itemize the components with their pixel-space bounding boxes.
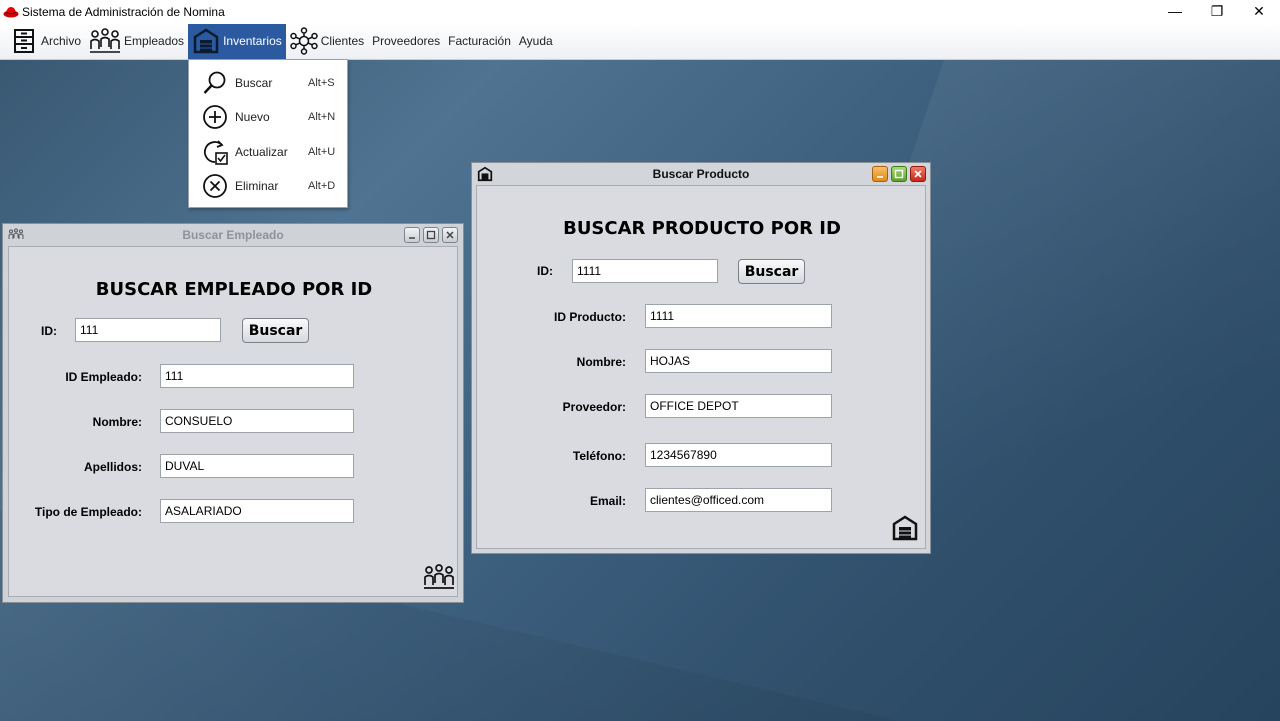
search-icon [203, 71, 226, 94]
field-label: Proveedor: [562, 400, 626, 414]
close-icon [914, 170, 922, 178]
email-field[interactable]: clientes@officed.com [645, 488, 832, 512]
field-label: Apellidos: [83, 460, 142, 474]
buscar-producto-heading: BUSCAR PRODUCTO POR ID [563, 218, 841, 239]
buscar-producto-window: Buscar Producto BUSCAR PRODUCTO POR ID I… [471, 162, 931, 554]
menu-empleados-label: Empleados [124, 34, 185, 48]
menu-inventarios-label: Inventarios [223, 34, 282, 48]
frame-close-button[interactable] [910, 166, 926, 182]
apellidos-field[interactable]: DUVAL [160, 454, 354, 478]
x-circle-icon [203, 174, 227, 198]
minimize-icon [409, 237, 415, 239]
id-producto-field[interactable]: 1111 [645, 304, 832, 328]
refresh-check-icon [203, 140, 228, 165]
menu-item-eliminar-label: Eliminar [235, 179, 279, 193]
menu-item-actualizar-shortcut: Alt+U [308, 146, 336, 158]
warehouse-icon [193, 28, 219, 54]
network-clients-icon [290, 27, 318, 55]
proveedor-field[interactable]: OFFICE DEPOT [645, 394, 832, 418]
menu-item-buscar[interactable]: Buscar Alt+S [189, 66, 347, 100]
app-title: Sistema de Administración de Nomina [22, 4, 225, 19]
field-label: ID Empleado: [65, 370, 142, 384]
empleado-id-input[interactable]: 111 [75, 318, 221, 342]
menu-item-actualizar-label: Actualizar [235, 145, 288, 159]
id-label: ID: [41, 324, 57, 338]
nombre-field[interactable]: CONSUELO [160, 409, 354, 433]
menu-item-nuevo-shortcut: Alt+N [308, 111, 336, 123]
menu-item-nuevo-label: Nuevo [235, 110, 270, 124]
menu-empleados[interactable]: Empleados [85, 24, 188, 59]
menu-item-actualizar[interactable]: Actualizar Alt+U [189, 135, 347, 169]
close-icon [446, 231, 454, 239]
menu-item-nuevo[interactable]: Nuevo Alt+N [189, 100, 347, 134]
field-label: Nombre: [576, 355, 626, 369]
field-label: Teléfono: [572, 449, 626, 463]
menu-archivo[interactable]: Archivo [0, 24, 85, 59]
frame-maximize-button[interactable] [891, 166, 907, 182]
field-label: Nombre: [92, 415, 142, 429]
nombre-field[interactable]: HOJAS [645, 349, 832, 373]
minimize-icon [877, 176, 883, 178]
buscar-empleado-heading: BUSCAR EMPLEADO POR ID [95, 279, 373, 300]
producto-id-input[interactable]: 1111 [572, 259, 718, 283]
inventarios-dropdown-menu: Buscar Alt+S Nuevo Alt+N Actualizar Alt+… [188, 59, 348, 208]
buscar-empleado-window: Buscar Empleado BUSCAR EMPLEADO POR ID I… [2, 223, 464, 603]
menu-clientes-label: Clientes [320, 34, 365, 48]
frame-close-button[interactable] [442, 227, 458, 243]
buscar-producto-titlebar[interactable]: Buscar Producto [472, 163, 930, 185]
menu-item-buscar-shortcut: Alt+S [308, 77, 335, 89]
buscar-empleado-content: BUSCAR EMPLEADO POR ID ID: 111 Buscar ID… [8, 246, 458, 597]
employees-icon [424, 564, 454, 589]
menu-ayuda[interactable]: Ayuda [515, 24, 557, 59]
warehouse-icon [892, 515, 918, 541]
buscar-empleado-button[interactable]: Buscar [242, 318, 309, 343]
buscar-empleado-titlebar[interactable]: Buscar Empleado [3, 224, 463, 246]
field-label: ID Producto: [554, 310, 626, 324]
employees-icon [90, 28, 121, 53]
minimize-button[interactable]: — [1154, 0, 1196, 22]
menu-facturacion-label: Facturación [448, 34, 511, 48]
maximize-icon [894, 169, 904, 179]
telefono-field[interactable]: 1234567890 [645, 443, 832, 467]
tipo-empleado-field[interactable]: ASALARIADO [160, 499, 354, 523]
id-empleado-field[interactable]: 111 [160, 364, 354, 388]
menu-clientes[interactable]: Clientes [286, 24, 368, 59]
maximize-icon [426, 230, 436, 240]
file-cabinet-icon [14, 29, 34, 53]
plus-circle-icon [203, 105, 227, 129]
menu-item-eliminar[interactable]: Eliminar Alt+D [189, 169, 347, 203]
menu-item-buscar-label: Buscar [235, 76, 273, 90]
field-label: Tipo de Empleado: [34, 505, 142, 519]
frame-minimize-button[interactable] [872, 166, 888, 182]
buscar-producto-button[interactable]: Buscar [738, 259, 805, 284]
buscar-producto-title: Buscar Producto [652, 167, 750, 181]
buscar-empleado-title: Buscar Empleado [182, 228, 284, 242]
close-button[interactable]: ✕ [1238, 0, 1280, 22]
menu-ayuda-label: Ayuda [518, 34, 553, 48]
menu-proveedores[interactable]: Proveedores [368, 24, 444, 59]
employees-icon [8, 228, 24, 239]
warehouse-icon [477, 166, 493, 182]
field-label: Email: [589, 494, 626, 508]
app-title-bar: Sistema de Administración de Nomina — ❐ … [0, 0, 1280, 23]
menu-proveedores-label: Proveedores [372, 34, 441, 48]
buscar-producto-content: BUSCAR PRODUCTO POR ID ID: 1111 Buscar I… [476, 185, 926, 549]
frame-maximize-button[interactable] [423, 227, 439, 243]
id-label: ID: [537, 264, 553, 278]
restore-button[interactable]: ❐ [1196, 0, 1238, 22]
menu-facturacion[interactable]: Facturación [444, 24, 515, 59]
redhat-logo-icon [3, 6, 19, 17]
menu-archivo-label: Archivo [41, 34, 82, 48]
menu-inventarios[interactable]: Inventarios [188, 23, 286, 59]
menu-item-eliminar-shortcut: Alt+D [308, 180, 336, 192]
frame-minimize-button[interactable] [404, 227, 420, 243]
menu-bar: Archivo Empleados Inventarios Clientes P… [0, 23, 1280, 60]
